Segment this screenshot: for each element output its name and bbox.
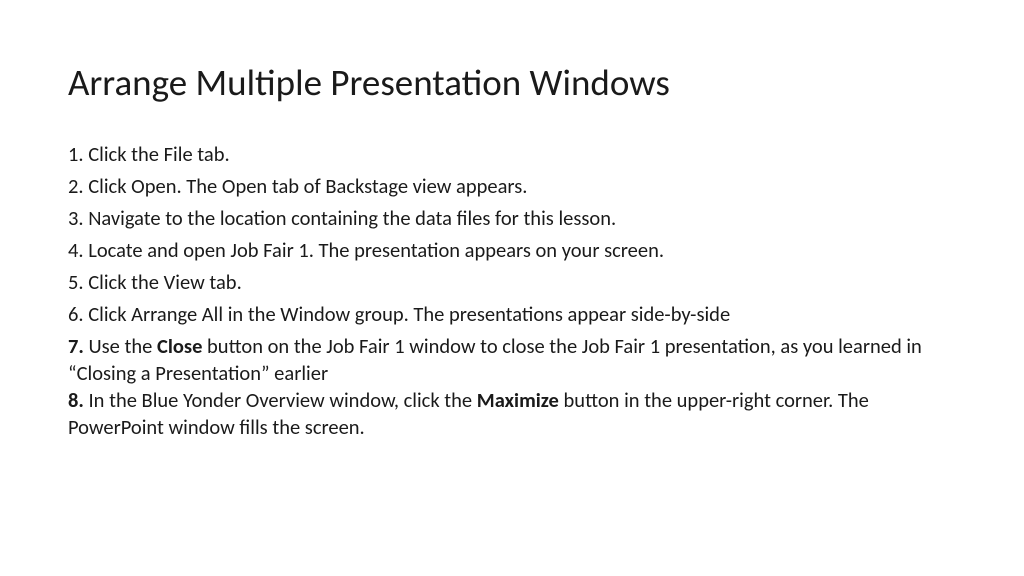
- step-8: 8. In the Blue Yonder Overview window, c…: [68, 387, 956, 441]
- step-8-number: 8.: [68, 387, 84, 413]
- step-3: 3. Navigate to the location containing t…: [68, 205, 956, 232]
- step-2: 2. Click Open. The Open tab of Backstage…: [68, 173, 956, 200]
- step-4: 4. Locate and open Job Fair 1. The prese…: [68, 237, 956, 264]
- steps-list: 1. Click the File tab. 2. Click Open. Th…: [68, 141, 956, 441]
- slide-title: Arrange Multiple Presentation Windows: [68, 60, 956, 105]
- step-5: 5. Click the View tab.: [68, 269, 956, 296]
- step-6: 6. Click Arrange All in the Window group…: [68, 301, 956, 328]
- step-8-text-a: In the Blue Yonder Overview window, clic…: [84, 387, 477, 413]
- step-7-number: 7.: [68, 333, 84, 359]
- step-7: 7. Use the Close button on the Job Fair …: [68, 333, 956, 387]
- step-1: 1. Click the File tab.: [68, 141, 956, 168]
- step-7-text-a: Use the: [84, 333, 157, 359]
- step-8-maximize-label: Maximize: [477, 387, 559, 413]
- step-7-close-label: Close: [157, 333, 202, 359]
